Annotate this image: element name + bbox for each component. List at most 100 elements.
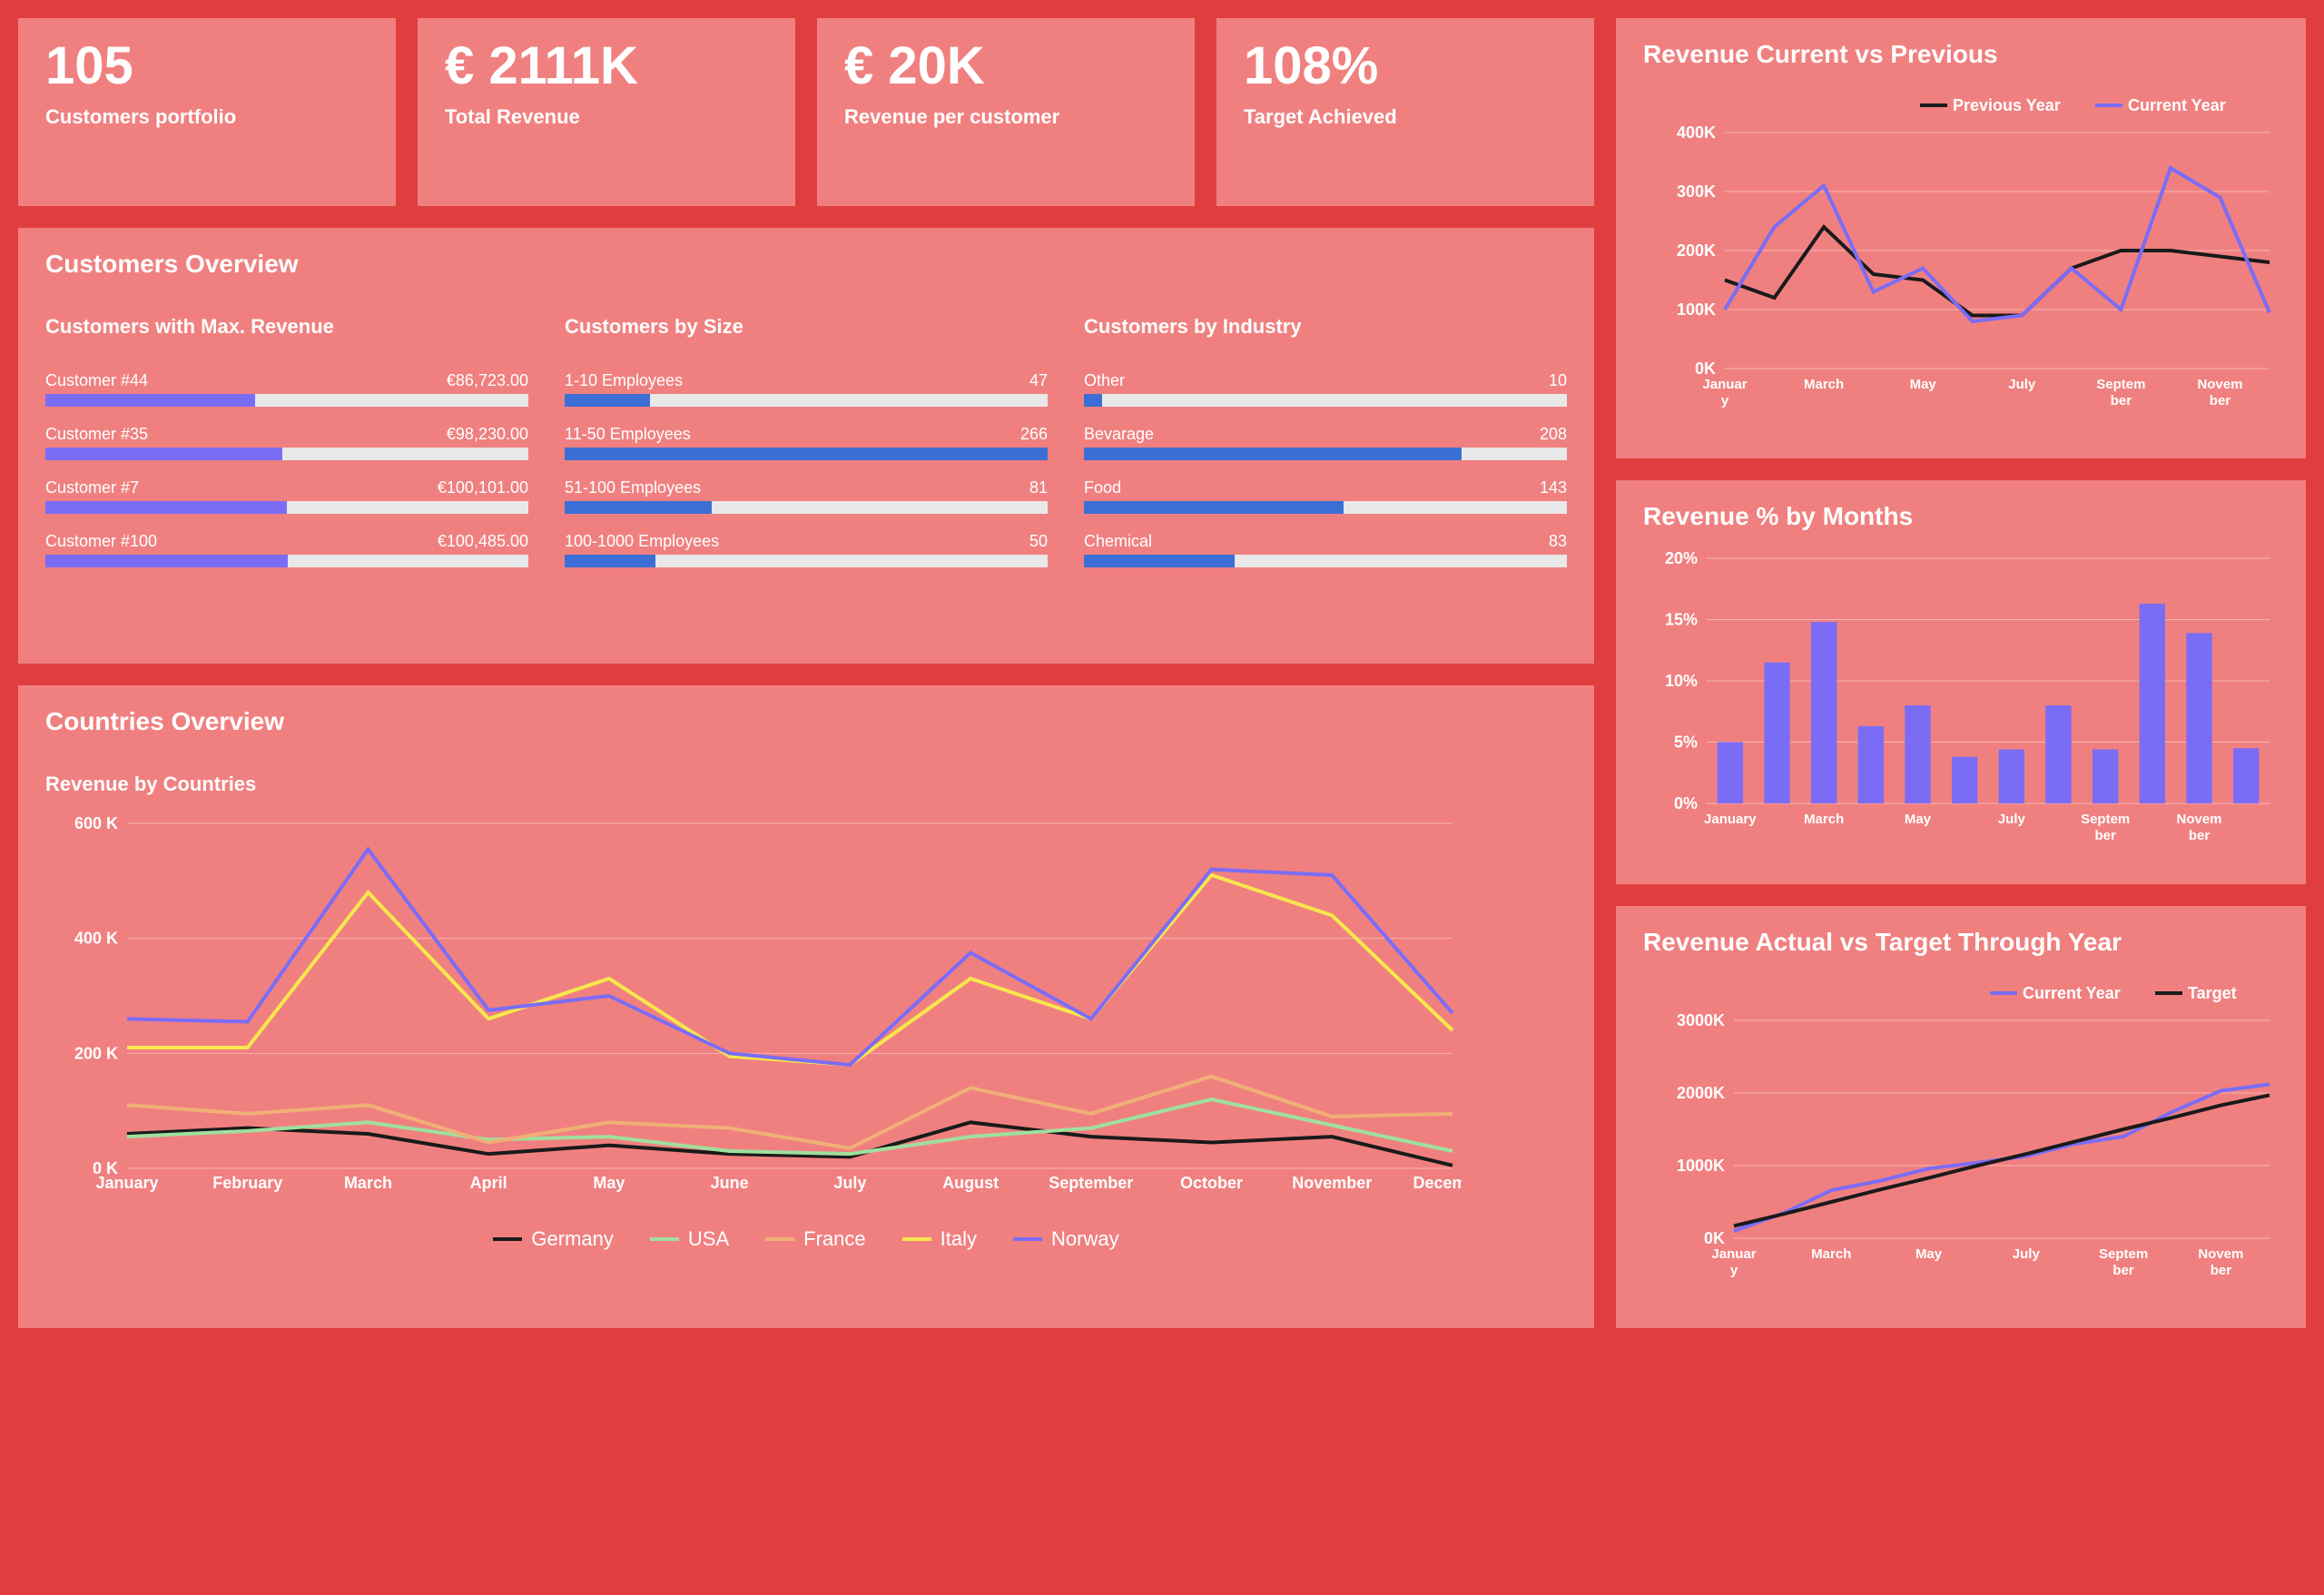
barline-row: Other10	[1084, 371, 1567, 407]
svg-text:Januar: Januar	[1711, 1246, 1756, 1262]
svg-text:400K: 400K	[1677, 123, 1716, 142]
svg-text:Current Year: Current Year	[2128, 96, 2226, 114]
bar-value: €98,230.00	[447, 425, 528, 444]
kpi-value: 108%	[1244, 40, 1567, 93]
bar-fill	[1084, 555, 1235, 567]
kpi-label: Revenue per customer	[844, 105, 1167, 129]
svg-text:May: May	[1905, 812, 1932, 827]
svg-text:ber: ber	[2094, 828, 2116, 843]
bar-track	[45, 501, 528, 514]
card-revenue-pct: Revenue % by Months 0%5%10%15%20%January…	[1616, 480, 2306, 884]
svg-text:Novem: Novem	[2198, 1246, 2243, 1262]
legend-item: Italy	[902, 1227, 977, 1251]
svg-text:Septem: Septem	[2099, 1246, 2148, 1262]
legend-item: Germany	[493, 1227, 613, 1251]
svg-text:20%: 20%	[1665, 549, 1698, 567]
section-title: Customers Overview	[45, 250, 1567, 279]
bar-label: 1-10 Employees	[565, 371, 683, 390]
bar-label: Customer #35	[45, 425, 148, 444]
legend-label: Italy	[940, 1227, 977, 1251]
barline-row: 51-100 Employees81	[565, 478, 1048, 514]
barline-row: Customer #7 €100,101.00	[45, 478, 528, 514]
svg-text:ber: ber	[2189, 828, 2211, 843]
bar-track	[565, 448, 1048, 460]
chart-subtitle: Revenue by Countries	[45, 773, 1567, 796]
svg-text:1000K: 1000K	[1677, 1157, 1725, 1175]
legend-label: France	[803, 1227, 865, 1251]
chart-title: Revenue % by Months	[1643, 502, 2279, 531]
chart-title: Revenue Actual vs Target Through Year	[1643, 928, 2279, 957]
svg-text:0K: 0K	[1695, 359, 1716, 378]
kpi-value: 105	[45, 40, 369, 93]
bar-label: 11-50 Employees	[565, 425, 691, 444]
legend-label: USA	[688, 1227, 729, 1251]
svg-text:March: March	[1804, 377, 1844, 392]
barline-row: Bevarage208	[1084, 425, 1567, 460]
legend-swatch	[650, 1237, 679, 1241]
svg-text:March: March	[344, 1174, 392, 1192]
bar-label: Food	[1084, 478, 1121, 497]
svg-text:ber: ber	[2210, 393, 2231, 409]
svg-text:200K: 200K	[1677, 241, 1716, 260]
svg-text:600 K: 600 K	[74, 814, 118, 832]
svg-text:ber: ber	[2111, 393, 2132, 409]
chart-revenue-pct-months: 0%5%10%15%20%JanuaryMarchMayJulySeptembe…	[1643, 549, 2279, 862]
svg-text:y: y	[1730, 1263, 1738, 1278]
svg-text:0%: 0%	[1674, 794, 1698, 812]
legend-swatch	[765, 1237, 794, 1241]
col-title: Customers by Size	[565, 315, 1048, 339]
kpi-value: € 2111K	[445, 40, 768, 93]
svg-text:April: April	[470, 1174, 507, 1192]
kpi-label: Customers portfolio	[45, 105, 369, 129]
bar-track	[565, 555, 1048, 567]
card-countries-overview: Countries Overview Revenue by Countries …	[18, 685, 1594, 1328]
svg-text:Current Year: Current Year	[2023, 984, 2121, 1002]
section-title: Countries Overview	[45, 707, 1567, 736]
svg-text:March: March	[1804, 812, 1844, 827]
svg-text:November: November	[1292, 1174, 1372, 1192]
kpi-revenue-per-customer: € 20K Revenue per customer	[817, 18, 1195, 206]
svg-text:September: September	[1049, 1174, 1133, 1192]
card-actual-vs-target: Revenue Actual vs Target Through Year Ta…	[1616, 906, 2306, 1328]
card-revenue-vs-previous: Revenue Current vs Previous Current Year…	[1616, 18, 2306, 458]
svg-text:400 K: 400 K	[74, 929, 118, 947]
bar-fill	[1084, 394, 1102, 407]
svg-text:Novem: Novem	[2197, 377, 2242, 392]
bar-fill	[565, 448, 1048, 460]
svg-text:2000K: 2000K	[1677, 1084, 1725, 1102]
bar-fill	[45, 501, 287, 514]
barline-row: 1-10 Employees47	[565, 371, 1048, 407]
bar-label: Customer #100	[45, 532, 157, 551]
barline-row: Customer #100€100,485.00	[45, 532, 528, 567]
svg-text:January: January	[95, 1174, 158, 1192]
kpi-target-achieved: 108% Target Achieved	[1216, 18, 1594, 206]
svg-text:May: May	[1910, 377, 1937, 392]
bar-label: Customer #7	[45, 478, 139, 497]
kpi-customers: 105 Customers portfolio	[18, 18, 396, 206]
card-customers-overview: Customers Overview Customers with Max. R…	[18, 228, 1594, 663]
legend: Germany USA France Italy Norway	[45, 1227, 1567, 1251]
chart-revenue-by-countries: 0 K200 K400 K600 KJanuaryFebruaryMarchAp…	[45, 814, 1567, 1218]
bar-value: €100,101.00	[438, 478, 528, 497]
bar-track	[1084, 394, 1567, 407]
bar-fill	[45, 394, 255, 407]
svg-text:300K: 300K	[1677, 182, 1716, 201]
svg-text:Septem: Septem	[2081, 812, 2130, 827]
svg-text:February: February	[212, 1174, 282, 1192]
bar-track	[1084, 448, 1567, 460]
svg-text:ber: ber	[2112, 1263, 2134, 1278]
legend-item: Norway	[1013, 1227, 1119, 1251]
svg-text:October: October	[1180, 1174, 1243, 1192]
legend-swatch	[493, 1237, 522, 1241]
svg-text:June: June	[711, 1174, 749, 1192]
legend-label: Norway	[1051, 1227, 1119, 1251]
bar-track	[565, 501, 1048, 514]
col-title: Customers with Max. Revenue	[45, 315, 528, 339]
svg-text:May: May	[1915, 1246, 1943, 1262]
svg-text:200 K: 200 K	[74, 1044, 118, 1062]
legend-swatch	[1013, 1237, 1042, 1241]
svg-text:Novem: Novem	[2176, 812, 2221, 827]
bar-label: Chemical	[1084, 532, 1152, 551]
bar-fill	[45, 448, 282, 460]
bar-label: Other	[1084, 371, 1125, 390]
